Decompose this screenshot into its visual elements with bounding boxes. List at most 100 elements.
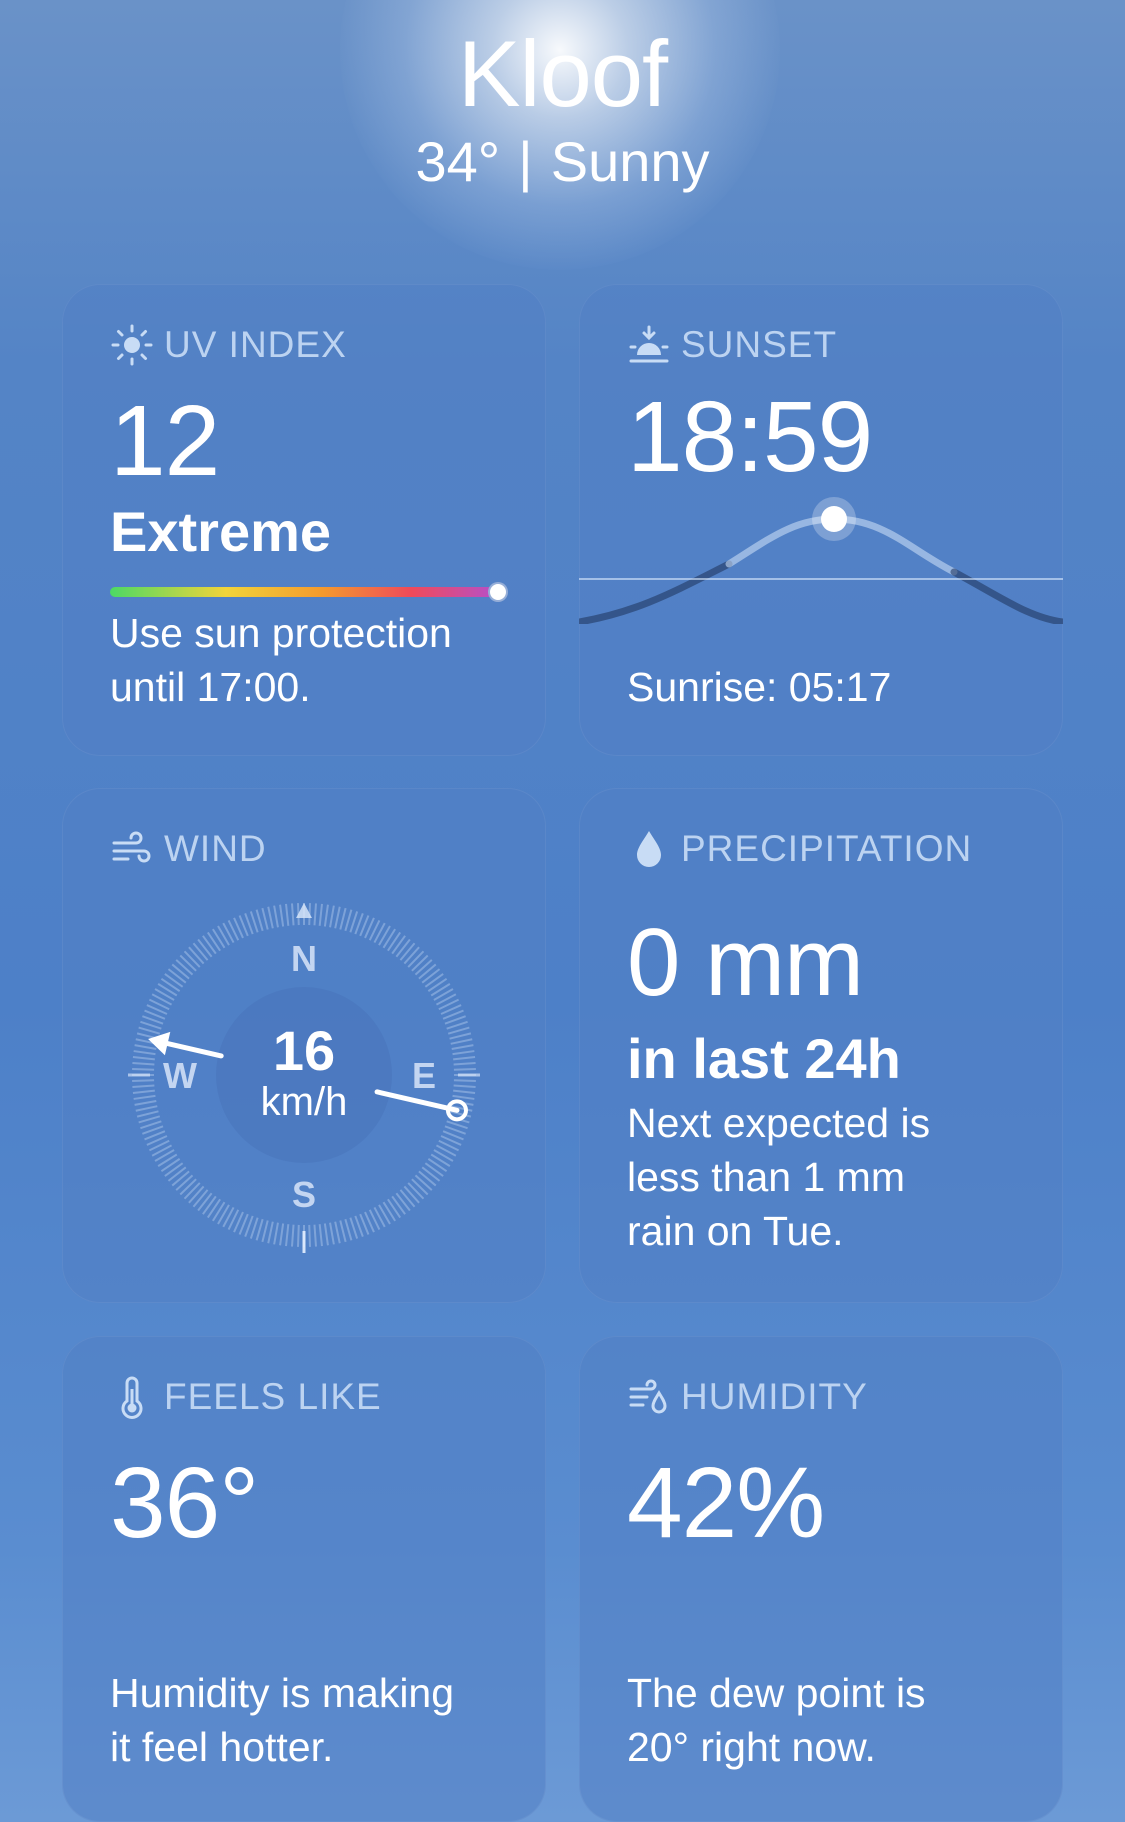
- precipitation-period: in last 24h: [627, 1027, 901, 1090]
- precipitation-line-2: less than 1 mm: [627, 1154, 905, 1200]
- compass-tick: [255, 1218, 264, 1241]
- humidity-line-2: 20° right now.: [627, 1724, 876, 1770]
- compass-tick: [323, 904, 329, 927]
- compass-tick: [387, 931, 402, 952]
- compass-tick: [344, 909, 353, 932]
- humidity-icon: [629, 1379, 667, 1414]
- sunset-icon: [629, 325, 669, 363]
- humidity-line-1: The dew point is: [627, 1670, 926, 1716]
- compass-tick: [382, 1201, 396, 1222]
- humidity-label: HUMIDITY: [681, 1376, 868, 1417]
- uv-advice-line-2: until 17:00.: [110, 664, 311, 710]
- compass-tick: [313, 1224, 317, 1247]
- sunset-card[interactable]: SUNSET 18:59 Sunrise: 05:17: [579, 284, 1063, 756]
- compass-north: N: [291, 938, 317, 979]
- compass-tick: [167, 968, 187, 984]
- sun-path-graph: [579, 497, 1063, 624]
- precipitation-line-3: rain on Tue.: [627, 1208, 844, 1254]
- compass-tick: [179, 954, 197, 972]
- compass-tick: [418, 1170, 437, 1187]
- sun-icon: [111, 324, 153, 366]
- compass-tick: [399, 1189, 416, 1208]
- compass-tick: [206, 931, 221, 952]
- feels-like-value: 36°: [110, 1447, 259, 1559]
- compass-tick: [192, 1189, 209, 1208]
- compass-tick: [421, 1166, 441, 1182]
- compass-tick: [414, 1174, 433, 1191]
- wind-card[interactable]: WIND N S E W 16 km/h: [62, 788, 546, 1303]
- feels-like-card[interactable]: FEELS LIKE 36° Humidity is making it fee…: [62, 1336, 546, 1822]
- compass-tick: [267, 906, 274, 929]
- compass-tick: [329, 905, 335, 928]
- compass-tick: [391, 1195, 406, 1215]
- compass-tick: [407, 1182, 425, 1200]
- compass-tick: [318, 1224, 323, 1247]
- compass-tick: [313, 903, 317, 926]
- compass-tick: [427, 1158, 448, 1173]
- compass-tick: [175, 959, 194, 976]
- compass-tick: [267, 1221, 274, 1244]
- compass-tick: [197, 1192, 213, 1212]
- compass-tick: [382, 928, 396, 949]
- compass-tick: [175, 1174, 194, 1191]
- compass-tick: [395, 938, 411, 958]
- summary-separator: |: [518, 130, 533, 194]
- humidity-value: 42%: [627, 1447, 825, 1559]
- compass-tick: [212, 928, 226, 949]
- compass-tick: [291, 903, 295, 926]
- compass-tick: [183, 1182, 201, 1200]
- sunrise-time: Sunrise: 05:17: [627, 664, 892, 710]
- compass-tick: [395, 1192, 411, 1212]
- compass-tick: [183, 950, 201, 968]
- compass-tick: [202, 1195, 217, 1215]
- precipitation-line-1: Next expected is: [627, 1100, 931, 1146]
- compass-south: S: [292, 1174, 316, 1215]
- compass-tick: [261, 1220, 269, 1243]
- humidity-card[interactable]: HUMIDITY 42% The dew point is 20° right …: [579, 1336, 1063, 1822]
- current-summary: 34° | Sunny: [0, 129, 1125, 194]
- wind-header: WIND: [110, 826, 267, 872]
- uv-index-header: UV INDEX: [110, 322, 347, 368]
- wind-label: WIND: [164, 828, 267, 869]
- uv-scale-bar: [110, 587, 496, 597]
- compass-tick: [279, 904, 285, 927]
- compass-tick: [197, 938, 213, 958]
- compass-tick: [387, 1198, 402, 1219]
- wind-speed: 16: [272, 1019, 336, 1082]
- uv-index-label: UV INDEX: [164, 324, 347, 365]
- compass-tick: [334, 1221, 341, 1244]
- uv-index-level: Extreme: [110, 500, 332, 563]
- compass-tick: [212, 1201, 226, 1222]
- compass-tick: [160, 977, 181, 992]
- compass-tick: [391, 935, 406, 955]
- uv-scale-marker: [488, 582, 508, 602]
- current-temperature: 34°: [415, 130, 501, 194]
- feels-like-label: FEELS LIKE: [164, 1376, 382, 1417]
- compass-tick: [339, 907, 347, 930]
- compass-tick: [202, 935, 217, 955]
- compass-tick: [285, 1224, 290, 1247]
- compass-tick: [430, 983, 451, 997]
- compass-tick: [339, 1220, 347, 1243]
- uv-index-card[interactable]: UV INDEX 12 Extreme Use sun protection u…: [62, 284, 546, 756]
- compass-tick: [411, 1178, 429, 1196]
- thermometer-icon: [121, 1376, 143, 1419]
- feels-like-line-1: Humidity is making: [110, 1670, 455, 1716]
- sunset-time: 18:59: [627, 381, 873, 493]
- city-name: Kloof: [457, 21, 668, 126]
- precipitation-card[interactable]: PRECIPITATION 0 mm in last 24h Next expe…: [579, 788, 1063, 1303]
- compass-tick: [255, 909, 264, 932]
- compass-tick: [206, 1198, 221, 1219]
- uv-index-value: 12: [110, 385, 220, 497]
- compass-tick: [157, 1153, 178, 1167]
- compass-tick: [296, 1224, 300, 1247]
- compass-tick: [323, 1223, 329, 1246]
- compass-tick: [179, 1178, 197, 1196]
- compass-tick: [164, 1162, 184, 1177]
- compass-tick: [407, 950, 425, 968]
- compass-tick: [427, 977, 448, 992]
- compass-tick: [167, 1166, 187, 1182]
- precipitation-amount: 0 mm: [627, 909, 864, 1016]
- compass-tick: [188, 1185, 205, 1204]
- compass-tick: [291, 1224, 295, 1247]
